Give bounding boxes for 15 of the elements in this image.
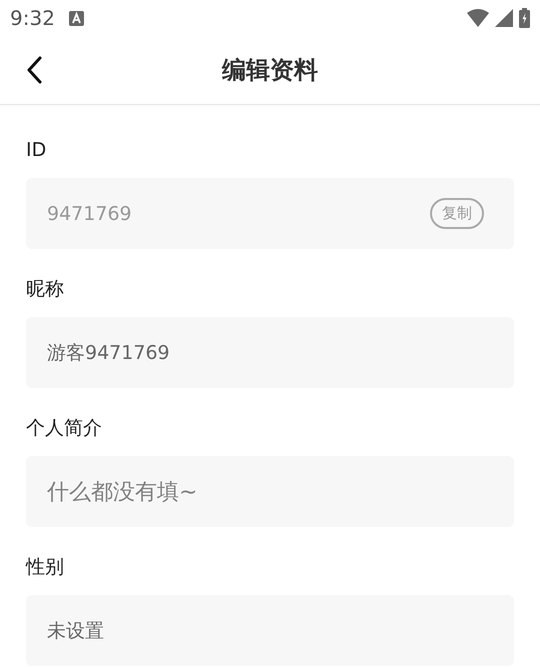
battery-icon bbox=[519, 8, 530, 28]
field-label: 性别 bbox=[26, 555, 65, 580]
field-label: 个人简介 bbox=[26, 416, 103, 441]
field-label: ID bbox=[26, 138, 48, 163]
wifi-icon bbox=[467, 9, 489, 27]
bio-field[interactable]: 什么都没有填~ bbox=[26, 456, 514, 527]
back-icon bbox=[26, 56, 42, 84]
page-title: 编辑资料 bbox=[222, 55, 318, 86]
signal-icon bbox=[495, 9, 513, 27]
id-value: 9471769 bbox=[47, 202, 133, 224]
status-time: 9:32 bbox=[10, 6, 55, 30]
field-label: 昵称 bbox=[26, 277, 65, 302]
nickname-field[interactable]: 游客9471769 bbox=[26, 317, 514, 388]
notification-icon bbox=[68, 10, 84, 26]
gender-select[interactable]: 未设置 bbox=[26, 595, 514, 666]
